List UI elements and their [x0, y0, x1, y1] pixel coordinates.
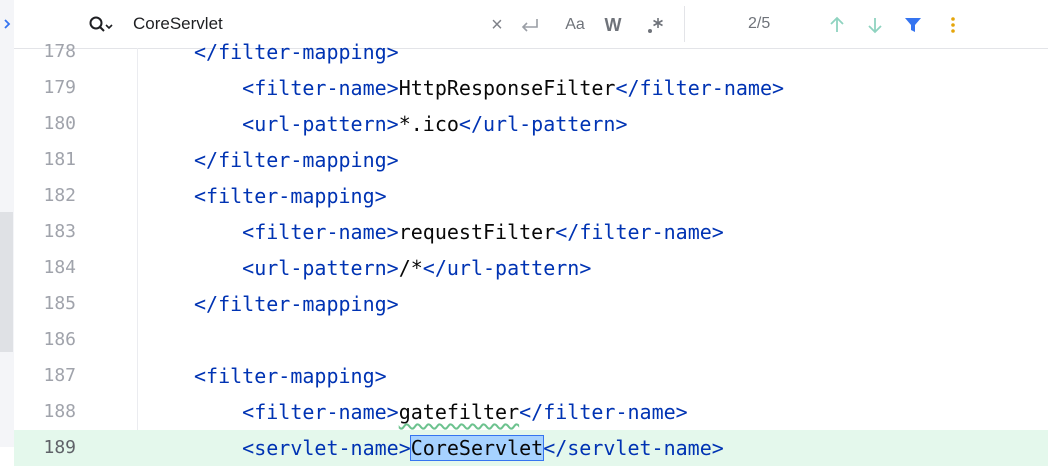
tag-close: </filter-name> — [615, 76, 785, 100]
code-text: <url-pattern>*.ico</url-pattern> — [242, 106, 627, 142]
tag-open: <filter-name> — [242, 76, 399, 100]
search-history-button[interactable] — [88, 14, 114, 36]
code-line[interactable]: 187 <filter-mapping> — [14, 358, 1048, 394]
enter-icon — [521, 19, 538, 32]
search-input[interactable]: CoreServlet — [133, 14, 223, 34]
code-text: <url-pattern>/*</url-pattern> — [242, 250, 591, 286]
code-text: <filter-name>requestFilter</filter-name> — [242, 214, 724, 250]
code-text: <filter-mapping> — [194, 178, 387, 214]
next-match-button[interactable] — [864, 14, 886, 36]
code-line[interactable]: 188 <filter-name>gatefilter</filter-name> — [14, 394, 1048, 430]
tag-close: </filter-name> — [519, 400, 688, 424]
search-match: CoreServlet — [409, 435, 545, 461]
code-line[interactable]: 189 <servlet-name>CoreServlet</servlet-na… — [14, 430, 1048, 466]
new-line-button[interactable] — [518, 14, 542, 36]
regex-button[interactable] — [644, 14, 666, 36]
code-text: </filter-mapping> — [194, 286, 399, 322]
tag-open: <filter-mapping> — [194, 364, 387, 388]
code-line[interactable]: 181 </filter-mapping> — [14, 142, 1048, 178]
line-number: 183 — [43, 221, 76, 242]
line-number: 184 — [43, 257, 76, 278]
code-line[interactable]: 186 — [14, 322, 1048, 358]
code-text: </filter-mapping> — [194, 34, 399, 70]
clear-search-button[interactable]: × — [487, 14, 507, 36]
whole-words-button[interactable]: W — [602, 14, 624, 36]
chevron-right-icon — [4, 19, 11, 29]
code-editor[interactable]: 178 </filter-mapping> 179 <filter-name>Http… — [14, 40, 1048, 466]
filter-icon — [905, 18, 921, 32]
tag-open: <url-pattern> — [242, 256, 399, 280]
tag-open: <servlet-name> — [242, 436, 411, 460]
tag-close: </servlet-name> — [543, 436, 724, 460]
tag-value: HttpResponseFilter — [398, 76, 616, 100]
tag-value: *.ico — [398, 112, 459, 136]
code-text: <filter-name>gatefilter</filter-name> — [242, 394, 688, 430]
tag-open: <url-pattern> — [242, 112, 399, 136]
previous-match-button[interactable] — [826, 14, 848, 36]
tag-open: </filter-mapping> — [194, 292, 399, 316]
code-line[interactable]: 180 <url-pattern>*.ico</url-pattern> — [14, 106, 1048, 142]
tag-open: <filter-mapping> — [194, 184, 387, 208]
code-text: <filter-mapping> — [194, 358, 387, 394]
arrow-down-icon — [868, 18, 882, 34]
tag-value: requestFilter — [398, 220, 556, 244]
tag-close: </url-pattern> — [458, 112, 628, 136]
line-number: 182 — [43, 185, 76, 206]
match-case-button[interactable]: Aa — [563, 14, 587, 36]
scrollbar-thumb[interactable] — [0, 212, 13, 352]
code-line[interactable]: 179 <filter-name>HttpResponseFilter</filt… — [14, 70, 1048, 106]
line-number: 180 — [43, 113, 76, 134]
line-number: 189 — [43, 437, 76, 458]
tag-close: </filter-name> — [555, 220, 724, 244]
more-vertical-icon — [951, 17, 955, 33]
regex-icon — [648, 18, 663, 33]
code-line[interactable]: 184 <url-pattern>/*</url-pattern> — [14, 250, 1048, 286]
match-count: 2/5 — [748, 15, 771, 32]
filter-button[interactable] — [902, 14, 924, 36]
tag-value: /* — [398, 256, 423, 280]
code-line[interactable]: 185 </filter-mapping> — [14, 286, 1048, 322]
tag-open: <filter-name> — [242, 220, 399, 244]
line-number: 179 — [43, 77, 76, 98]
tag-close: </url-pattern> — [422, 256, 592, 280]
tag-value: gatefilter — [398, 400, 520, 424]
line-number: 181 — [43, 149, 76, 170]
line-number: 186 — [43, 329, 76, 350]
more-options-button[interactable] — [942, 14, 964, 36]
tag-open: </filter-mapping> — [194, 40, 399, 64]
tag-open: <filter-name> — [242, 400, 399, 424]
code-line[interactable]: 182 <filter-mapping> — [14, 178, 1048, 214]
expand-replace-toggle[interactable] — [0, 0, 14, 48]
line-number: 188 — [43, 401, 76, 422]
code-line[interactable]: 178 </filter-mapping> — [14, 34, 1048, 70]
code-text: <servlet-name>CoreServlet</servlet-name> — [242, 430, 724, 466]
search-icon — [89, 16, 113, 32]
tag-open: </filter-mapping> — [194, 148, 399, 172]
line-number: 185 — [43, 293, 76, 314]
line-number: 178 — [43, 41, 76, 62]
code-line[interactable]: 183 <filter-name>requestFilter</filter-na… — [14, 214, 1048, 250]
code-text: </filter-mapping> — [194, 142, 399, 178]
arrow-up-icon — [830, 16, 844, 32]
code-text: <filter-name>HttpResponseFilter</filter-… — [242, 70, 784, 106]
line-number: 187 — [43, 365, 76, 386]
